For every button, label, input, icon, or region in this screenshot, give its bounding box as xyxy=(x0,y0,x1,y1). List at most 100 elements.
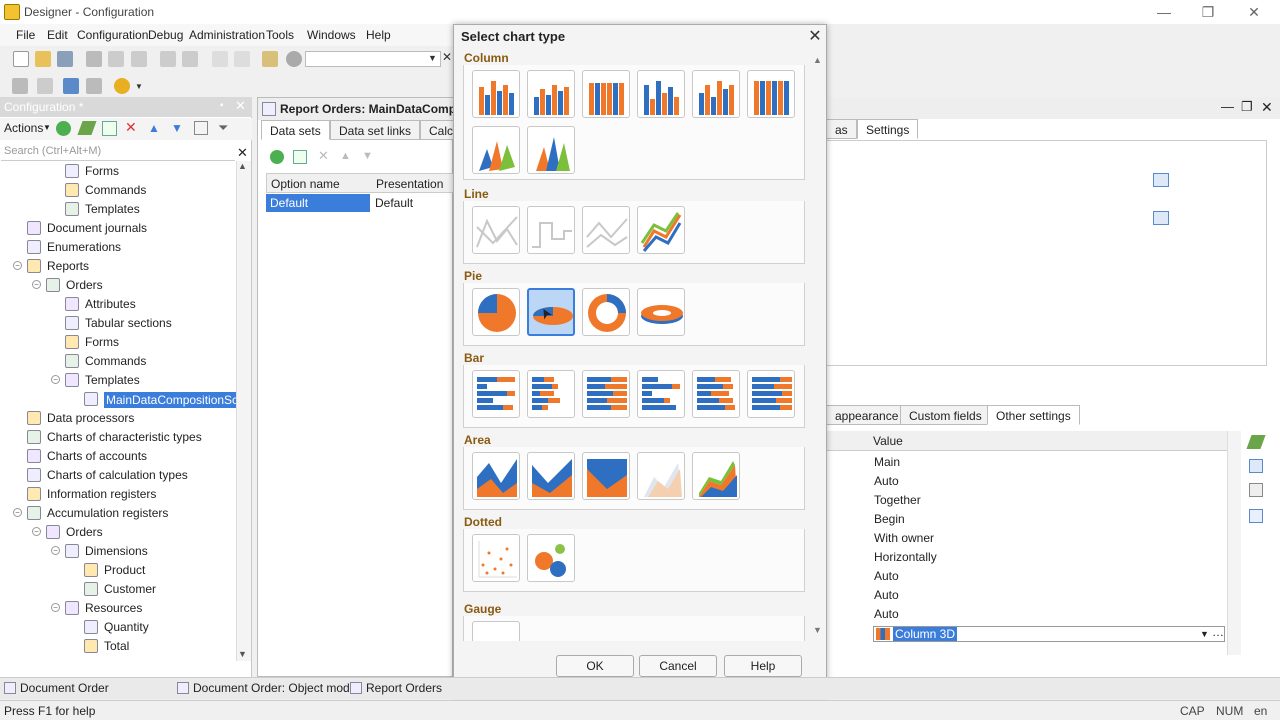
compare-icon[interactable] xyxy=(37,78,53,94)
clear-search-icon[interactable]: ✕ xyxy=(442,50,452,64)
tab-appearance[interactable]: appearance xyxy=(827,405,908,425)
chart-type-area-2[interactable] xyxy=(527,452,575,500)
paste-icon[interactable] xyxy=(131,51,147,67)
menu-help[interactable]: Help xyxy=(366,28,391,42)
collapse-icon[interactable]: − xyxy=(32,527,41,536)
chart-type-area-5[interactable] xyxy=(692,452,740,500)
tree-item[interactable]: Quantity xyxy=(0,618,236,637)
run-dropdown-icon[interactable]: ▼ xyxy=(135,82,143,91)
menu-edit[interactable]: Edit xyxy=(47,28,68,42)
tree-item[interactable]: Product xyxy=(0,561,236,580)
chart-type-dropdown-icon[interactable]: ▼ xyxy=(1200,629,1209,639)
language-indicator[interactable]: en xyxy=(1254,704,1267,718)
chart-type-column-3[interactable] xyxy=(582,70,630,118)
tree-item[interactable]: Attributes xyxy=(0,295,236,314)
table-row[interactable]: Auto xyxy=(874,472,1224,491)
chart-type-pie-4[interactable] xyxy=(637,288,685,336)
copy-item-icon[interactable] xyxy=(102,121,117,136)
chart-type-column-6[interactable] xyxy=(747,70,795,118)
pin-icon[interactable]: ▪ xyxy=(220,100,224,111)
settings-scrollbar[interactable] xyxy=(1227,431,1241,655)
chart-type-column-5[interactable] xyxy=(692,70,740,118)
filter-icon[interactable]: ⏷ xyxy=(218,120,228,136)
add-option-icon[interactable] xyxy=(270,150,284,164)
chart-type-pie-3[interactable] xyxy=(582,288,630,336)
menu-configuration[interactable]: Configuration xyxy=(77,28,148,42)
table-row[interactable]: Default Default xyxy=(266,194,454,212)
print-icon[interactable] xyxy=(160,51,176,67)
collapse-icon[interactable]: − xyxy=(51,375,60,384)
delete-option-icon[interactable]: ✕ xyxy=(318,148,329,164)
menu-windows[interactable]: Windows xyxy=(307,28,356,42)
help-button[interactable]: Help xyxy=(724,655,802,677)
option-down-icon[interactable]: ▼ xyxy=(362,150,373,162)
tree-item[interactable]: Forms xyxy=(0,162,236,181)
chart-type-column-2[interactable] xyxy=(527,70,575,118)
new-icon[interactable] xyxy=(13,51,29,67)
tree-item[interactable]: Commands xyxy=(0,352,236,371)
menu-tools[interactable]: Tools xyxy=(266,28,294,42)
move-up-icon[interactable]: ▲ xyxy=(148,121,160,135)
delete-icon[interactable]: ✕ xyxy=(125,119,137,136)
tree-item[interactable]: Information registers xyxy=(0,485,236,504)
save-icon[interactable] xyxy=(57,51,73,67)
panel-close-icon[interactable]: ✕ xyxy=(235,98,246,114)
tree-item[interactable]: Total xyxy=(0,637,236,656)
undo-icon[interactable] xyxy=(212,51,228,67)
chart-type-select-icon[interactable]: … xyxy=(1212,625,1224,639)
tree-item[interactable]: Forms xyxy=(0,333,236,352)
option-name-cell[interactable]: Default xyxy=(266,194,370,212)
tab-custom-fields[interactable]: Custom fields xyxy=(900,405,991,425)
tree-item[interactable]: Customer xyxy=(0,580,236,599)
actions-chevron-icon[interactable]: ▼ xyxy=(43,123,51,132)
toolbar-search-input[interactable] xyxy=(305,51,441,67)
print-preview-icon[interactable] xyxy=(182,51,198,67)
menu-administration[interactable]: Administration xyxy=(189,28,265,42)
database-icon[interactable] xyxy=(63,78,79,94)
chart-type-area-1[interactable] xyxy=(472,452,520,500)
dialog-scrollbar[interactable]: ▲ ▼ xyxy=(811,53,825,643)
menu-file[interactable]: File xyxy=(16,28,35,42)
table-row[interactable]: Together xyxy=(874,491,1224,510)
collapse-icon[interactable]: − xyxy=(32,280,41,289)
tree-item[interactable]: MainDataCompositionScher xyxy=(0,390,236,409)
chart-type-column-1[interactable] xyxy=(472,70,520,118)
table-row[interactable]: With owner xyxy=(874,529,1224,548)
tree-scrollbar[interactable]: ▲ ▼ xyxy=(236,161,251,661)
tree-item[interactable]: − Orders xyxy=(0,276,236,295)
tree-item[interactable]: − Resources xyxy=(0,599,236,618)
dialog-scroll-up-icon[interactable]: ▲ xyxy=(813,55,822,65)
tree-item[interactable]: Document journals xyxy=(0,219,236,238)
chart-type-bar-2[interactable] xyxy=(527,370,575,418)
run-icon[interactable] xyxy=(114,78,130,94)
tree-item[interactable]: Enumerations xyxy=(0,238,236,257)
chart-type-area-3[interactable] xyxy=(582,452,630,500)
setting-add-icon[interactable] xyxy=(1249,509,1263,523)
chart-type-column-4[interactable] xyxy=(637,70,685,118)
chart-type-column-7[interactable] xyxy=(472,126,520,174)
tree-item[interactable]: − Orders xyxy=(0,523,236,542)
presentation-cell[interactable]: Default xyxy=(375,196,413,210)
table-row[interactable]: Auto xyxy=(874,567,1224,586)
restore-icon[interactable]: ❐ xyxy=(1194,2,1222,22)
tab-other-settings[interactable]: Other settings xyxy=(987,405,1080,425)
table-row[interactable]: Begin xyxy=(874,510,1224,529)
tree-item[interactable]: Tabular sections xyxy=(0,314,236,333)
chart-type-line-2[interactable] xyxy=(527,206,575,254)
collapse-icon[interactable]: − xyxy=(13,508,22,517)
tree-item[interactable]: Charts of accounts xyxy=(0,447,236,466)
open-icon[interactable] xyxy=(35,51,51,67)
tree-item[interactable]: Charts of calculation types xyxy=(0,466,236,485)
search-icon[interactable] xyxy=(286,51,302,67)
chart-type-line-1[interactable] xyxy=(472,206,520,254)
tab-data-sets[interactable]: Data sets xyxy=(261,120,330,140)
task-object-module[interactable]: Document Order: Object mod... xyxy=(177,681,360,697)
chart-type-bar-5[interactable] xyxy=(692,370,740,418)
configuration-search-input[interactable]: Search (Ctrl+Alt+M) xyxy=(1,143,235,161)
tab-data-set-links[interactable]: Data set links xyxy=(330,120,421,140)
copy-icon[interactable] xyxy=(108,51,124,67)
menu-debug[interactable]: Debug xyxy=(148,28,183,42)
chart-type-pie-1[interactable] xyxy=(472,288,520,336)
setting-tool-icon[interactable] xyxy=(1249,459,1263,473)
chart-type-line-3[interactable] xyxy=(582,206,630,254)
